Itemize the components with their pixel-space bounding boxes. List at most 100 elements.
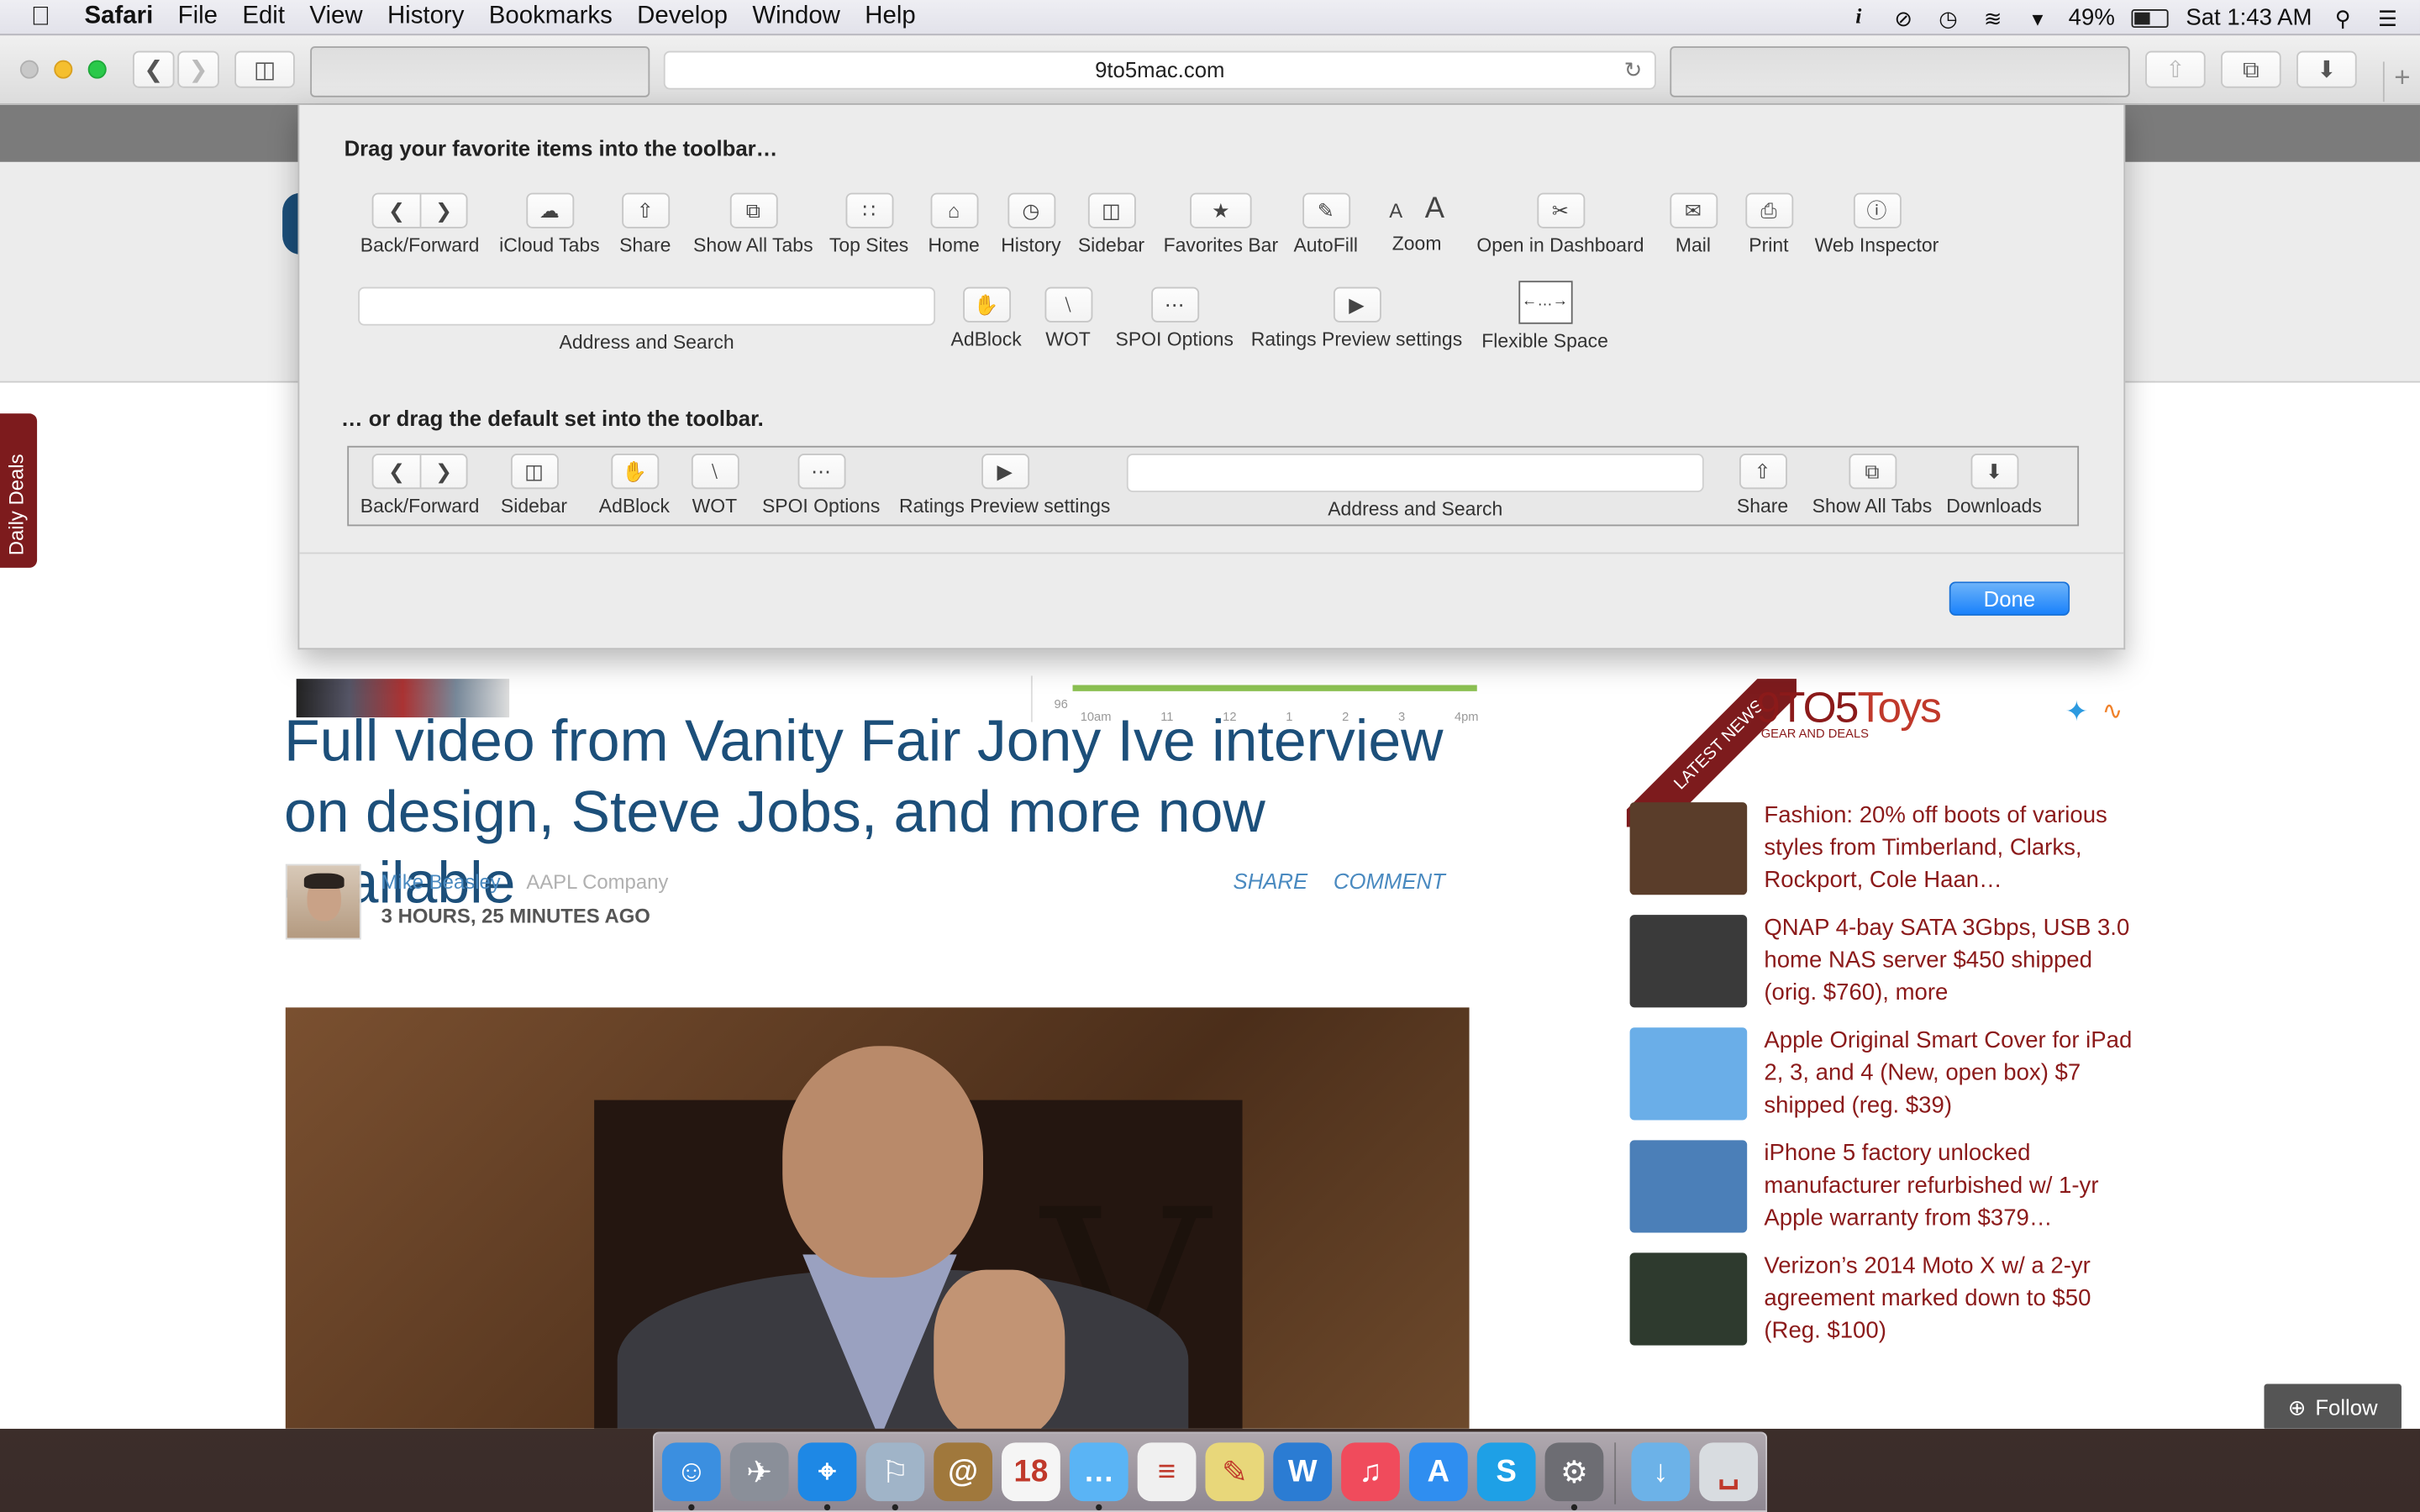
menu-history[interactable]: History: [375, 3, 476, 31]
palette-open-in-dashboard[interactable]: ✂ Open in Dashboard: [1470, 192, 1652, 256]
default-downloads: ⬇ Downloads: [1939, 453, 2049, 517]
battery-icon[interactable]: [2132, 8, 2170, 28]
article-video[interactable]: V: [285, 1007, 1470, 1429]
palette-share[interactable]: ⇧ Share: [599, 192, 692, 256]
palette-zoom[interactable]: A A Zoom: [1374, 193, 1460, 255]
palette-print[interactable]: ⎙ Print: [1730, 192, 1807, 256]
menu-app-safari[interactable]: Safari: [72, 3, 166, 31]
dock-safari-icon[interactable]: ⌖: [797, 1442, 857, 1502]
palette-adblock[interactable]: ✋ AdBlock: [944, 286, 1028, 350]
notification-center-icon[interactable]: ☰: [2374, 5, 2402, 29]
apple-menu-icon[interactable]: : [0, 2, 72, 33]
dock-finder-icon[interactable]: ☺: [661, 1442, 721, 1502]
dock-calendar-icon[interactable]: 18: [1002, 1442, 1060, 1502]
reload-icon[interactable]: ↻: [1624, 52, 1643, 87]
address-bar[interactable]: 9to5mac.com ↻: [663, 50, 1656, 90]
news-item-text[interactable]: Verizon’s 2014 Moto X w/ a 2-yr agreemen…: [1764, 1250, 2134, 1347]
palette-flexible-space[interactable]: ←…→ Flexible Space: [1472, 281, 1618, 352]
sidebar-toggle-button[interactable]: ◫: [234, 50, 295, 88]
wifi-icon[interactable]: ≋: [1979, 5, 2007, 29]
news-item[interactable]: Fashion: 20% off boots of various styles…: [1629, 799, 2124, 900]
back-button[interactable]: ❮: [132, 50, 175, 88]
dock-skype-icon[interactable]: S: [1476, 1442, 1536, 1502]
news-thumbnail[interactable]: [1629, 1027, 1748, 1121]
news-item[interactable]: Verizon’s 2014 Moto X w/ a 2-yr agreemen…: [1629, 1250, 2124, 1352]
follow-button[interactable]: ⊕ Follow: [2264, 1383, 2402, 1429]
menu-view[interactable]: View: [297, 3, 376, 31]
downloads-button[interactable]: ⬇: [2296, 50, 2357, 88]
9to5toys-logo[interactable]: 9TO5Toys: [1756, 684, 1942, 733]
news-thumbnail[interactable]: [1629, 1252, 1748, 1346]
dock-word-icon[interactable]: W: [1273, 1442, 1333, 1502]
menu-file[interactable]: File: [166, 3, 230, 31]
dock-running-indicator: [1096, 1504, 1102, 1511]
menu-bookmarks[interactable]: Bookmarks: [476, 3, 624, 31]
dock-system-preferences-icon[interactable]: ⚙: [1544, 1442, 1604, 1502]
dock-reminders-icon[interactable]: ≡: [1137, 1442, 1197, 1502]
palette-history[interactable]: ◷ History: [988, 192, 1075, 256]
dock-itunes-icon[interactable]: ♫: [1341, 1442, 1400, 1502]
author-link[interactable]: Mike Beasley: [381, 870, 501, 894]
share-button[interactable]: ⇧: [2145, 50, 2206, 88]
zoom-window-button[interactable]: [87, 60, 107, 79]
news-item-text[interactable]: Fashion: 20% off boots of various styles…: [1764, 799, 2134, 896]
volume-icon[interactable]: ▾: [2023, 5, 2051, 29]
palette-top-sites[interactable]: ∷ Top Sites: [821, 192, 917, 256]
do-not-disturb-icon[interactable]: ⊘: [1890, 5, 1918, 29]
palette-address-and-search[interactable]: Address and Search: [358, 286, 936, 354]
news-item[interactable]: QNAP 4-bay SATA 3Gbps, USB 3.0 home NAS …: [1629, 912, 2129, 1014]
spotlight-search-icon[interactable]: ⚲: [2329, 5, 2357, 29]
news-item-text[interactable]: Apple Original Smart Cover for iPad 2, 3…: [1764, 1025, 2134, 1122]
time-machine-icon[interactable]: ◷: [1934, 5, 1962, 29]
category-link[interactable]: AAPL Company: [526, 870, 668, 894]
show-all-tabs-button[interactable]: ⧉: [2221, 50, 2281, 88]
dock-contacts-icon[interactable]: @: [934, 1442, 993, 1502]
palette-back-forward[interactable]: ❮ ❯ Back/Forward: [358, 192, 481, 256]
palette-icloud-tabs[interactable]: ☁ iCloud Tabs: [487, 192, 611, 256]
palette-mail[interactable]: ✉ Mail: [1655, 192, 1732, 256]
comment-link[interactable]: COMMENT: [1334, 869, 1445, 893]
palette-sidebar[interactable]: ◫ Sidebar: [1068, 192, 1155, 256]
menu-help[interactable]: Help: [853, 3, 929, 31]
twitter-icon[interactable]: ✦: [2065, 696, 2089, 728]
minimize-window-button[interactable]: [54, 60, 73, 79]
palette-web-inspector[interactable]: ⓘ Web Inspector: [1809, 192, 1945, 256]
news-item[interactable]: iPhone 5 factory unlocked manufacturer r…: [1629, 1137, 2124, 1239]
palette-show-all-tabs[interactable]: ⧉ Show All Tabs: [686, 192, 822, 256]
dock-trash-icon[interactable]: ␣: [1699, 1442, 1759, 1502]
news-item[interactable]: Apple Original Smart Cover for iPad 2, 3…: [1629, 1025, 2132, 1126]
news-thumbnail[interactable]: [1629, 915, 1748, 1008]
news-thumbnail[interactable]: [1629, 802, 1748, 895]
info-status-icon[interactable]: i: [1844, 5, 1872, 29]
palette-favorites-bar[interactable]: ★ Favorites Bar: [1151, 192, 1290, 256]
menu-develop[interactable]: Develop: [624, 3, 739, 31]
done-button[interactable]: Done: [1949, 581, 2070, 616]
default-label: AdBlock: [598, 495, 670, 517]
daily-deals-tab[interactable]: Daily Deals: [0, 413, 38, 568]
rss-icon[interactable]: ∿: [2102, 696, 2123, 727]
palette-home[interactable]: ⌂ Home: [913, 192, 994, 256]
menu-edit[interactable]: Edit: [230, 3, 297, 31]
clock[interactable]: Sat 1:43 AM: [2186, 5, 2312, 31]
palette-wot[interactable]: ⧵ WOT: [1031, 286, 1105, 350]
share-link[interactable]: SHARE: [1234, 869, 1308, 893]
dock-launchpad-icon[interactable]: ✈: [729, 1442, 789, 1502]
palette-ratings-preview[interactable]: ▶ Ratings Preview settings: [1244, 286, 1469, 350]
forward-button[interactable]: ❯: [177, 50, 219, 88]
dock-preview-icon[interactable]: ⚐: [865, 1442, 925, 1502]
news-thumbnail[interactable]: [1629, 1140, 1748, 1233]
dock-app-store-icon[interactable]: A: [1408, 1442, 1468, 1502]
battery-percent[interactable]: 49%: [2069, 5, 2115, 31]
menu-window[interactable]: Window: [740, 3, 853, 31]
dock-messages-icon[interactable]: …: [1069, 1442, 1128, 1502]
default-toolbar-set[interactable]: ❮ ❯ Back/Forward ◫ Sidebar ✋ AdBlock ⧵ WO…: [347, 445, 2080, 527]
news-item-text[interactable]: QNAP 4-bay SATA 3Gbps, USB 3.0 home NAS …: [1764, 912, 2134, 1010]
dock-stickies-icon[interactable]: ✎: [1205, 1442, 1265, 1502]
close-window-button[interactable]: [19, 60, 39, 79]
palette-autofill[interactable]: ✎ AutoFill: [1278, 192, 1374, 256]
dock-downloads-icon[interactable]: ↓: [1631, 1442, 1691, 1502]
author-avatar[interactable]: [285, 864, 361, 940]
new-tab-button[interactable]: +: [2382, 61, 2420, 102]
palette-spoi-options[interactable]: ⋯ SPOI Options: [1108, 286, 1241, 350]
news-item-text[interactable]: iPhone 5 factory unlocked manufacturer r…: [1764, 1137, 2134, 1235]
